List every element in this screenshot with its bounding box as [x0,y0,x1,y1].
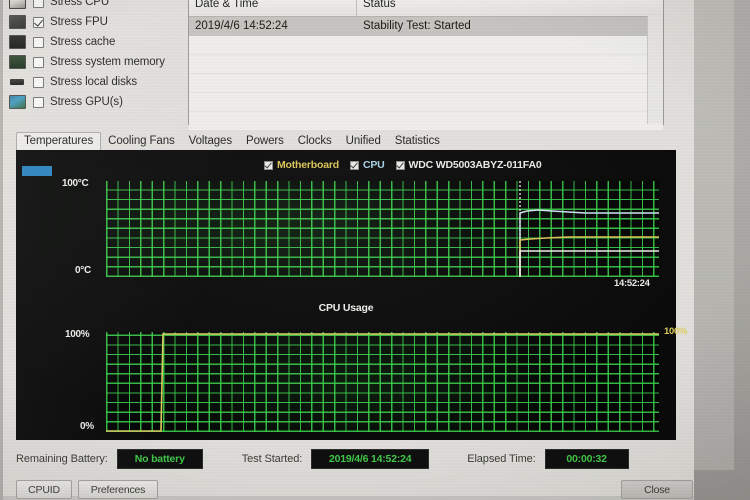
desktop-right-inner [694,0,734,470]
cache-icon [9,35,26,49]
fpu-icon [9,15,26,29]
stress-option-fpu[interactable]: Stress FPU [2,12,188,32]
usage-axis-min-label: 0% [80,421,94,432]
tab-unified[interactable]: Unified [339,133,388,150]
empty-row [189,112,663,131]
status-bar: Remaining Battery: No battery Test Start… [16,446,676,472]
legend-item-motherboard[interactable]: Motherboard [264,159,339,171]
event-log-table[interactable]: Date & Time Status 2019/4/6 14:52:24 Sta… [188,0,664,131]
cpu-icon [9,0,26,9]
test-started-value: 2019/4/6 14:52:24 [311,449,430,469]
tab-powers[interactable]: Powers [239,133,291,150]
usage-axis-max-label: 100% [65,329,90,340]
stress-option-label: Stress GPU(s) [50,96,123,108]
tab-voltages[interactable]: Voltages [182,133,239,150]
stress-option-label: Stress CPU [50,0,110,8]
legend-label: WDC WD5003ABYZ-011FA0 [408,159,542,171]
temp-axis-max-label: 100°C [62,178,89,189]
log-scrollbar[interactable] [647,16,663,124]
memory-icon [9,55,26,69]
table-row[interactable]: 2019/4/6 14:52:24 Stability Test: Starte… [189,17,663,36]
close-button[interactable]: Close [621,480,693,499]
temperature-plot-area [106,181,659,277]
cpu-usage-series-svg [106,333,659,432]
chart-legend: Motherboard CPU WDC WD5003ABYZ-011FA0 [264,159,542,171]
cpu-usage-value-label: 100% [664,326,688,337]
window-left-edge [0,0,3,500]
checkbox-icon[interactable] [395,160,405,170]
series-hdd [519,250,659,277]
legend-label: CPU [362,159,385,171]
legend-label: Motherboard [277,159,339,171]
checkbox-icon[interactable] [349,160,359,170]
stress-cache-checkbox[interactable] [33,36,44,48]
tab-cooling-fans[interactable]: Cooling Fans [101,133,182,150]
stress-gpu-checkbox[interactable] [33,96,44,108]
stress-option-label: Stress system memory [50,56,165,68]
stress-option-cache[interactable]: Stress cache [2,32,188,52]
preferences-button[interactable]: Preferences [78,480,158,499]
stress-options-list: Stress CPU Stress FPU Stress cache Stres… [2,0,188,128]
charts-panel: Motherboard CPU WDC WD5003ABYZ-011FA0 10… [16,150,724,440]
battery-value: No battery [116,449,203,469]
empty-row [189,55,663,74]
gpu-icon [9,95,26,109]
cpu-usage-plot-area [106,332,659,432]
empty-row [189,93,663,112]
desktop-right-area [694,0,750,500]
empty-row [189,36,663,55]
temperature-series-svg [519,181,659,277]
row-status: Stability Test: Started [363,20,471,32]
stress-option-label: Stress cache [50,36,116,48]
tab-temperatures[interactable]: Temperatures [16,132,102,151]
battery-label: Remaining Battery: [16,453,108,465]
elapsed-time-value: 00:00:32 [544,449,629,469]
elapsed-time-label: Elapsed Time: [467,453,536,465]
column-header-datetime[interactable]: Date & Time [189,0,357,16]
stress-option-gpu[interactable]: Stress GPU(s) [2,92,188,112]
tab-statistics[interactable]: Statistics [388,133,447,150]
test-started-label: Test Started: [241,453,303,465]
temperature-time-label: 14:52:24 [614,278,650,289]
event-log-rows: 2019/4/6 14:52:24 Stability Test: Starte… [189,17,663,131]
sensor-color-swatch [22,166,52,176]
stress-option-disks[interactable]: Stress local disks [2,72,188,92]
stability-test-dialog: Stress CPU Stress FPU Stress cache Stres… [2,0,742,499]
series-cpu-usage [106,333,659,432]
series-cpu [519,209,659,277]
stress-memory-checkbox[interactable] [33,56,44,68]
chart-tabs: Temperatures Cooling Fans Voltages Power… [16,130,676,151]
dialog-button-bar: CPUID Preferences Close [16,480,736,500]
temp-axis-min-label: 0°C [75,265,91,276]
screen-photo: Stress CPU Stress FPU Stress cache Stres… [0,0,750,500]
row-datetime: 2019/4/6 14:52:24 [195,20,288,32]
series-motherboard [519,236,659,277]
cpuid-button[interactable]: CPUID [16,480,72,499]
legend-item-hdd[interactable]: WDC WD5003ABYZ-011FA0 [395,159,542,171]
stress-option-cpu[interactable]: Stress CPU [2,0,188,12]
event-log-header: Date & Time Status [189,0,663,17]
stress-disks-checkbox[interactable] [33,76,44,88]
stress-option-label: Stress local disks [50,76,138,88]
checkbox-icon[interactable] [264,160,273,170]
stress-option-label: Stress FPU [50,16,108,28]
stress-option-memory[interactable]: Stress system memory [2,52,188,72]
disk-icon [9,75,26,89]
legend-item-cpu[interactable]: CPU [349,159,385,171]
stress-fpu-checkbox[interactable] [33,16,44,28]
stress-cpu-checkbox[interactable] [33,0,44,8]
column-header-status[interactable]: Status [357,0,663,16]
tab-clocks[interactable]: Clocks [291,133,339,150]
cpu-usage-title: CPU Usage [318,302,374,314]
empty-row [189,74,663,93]
